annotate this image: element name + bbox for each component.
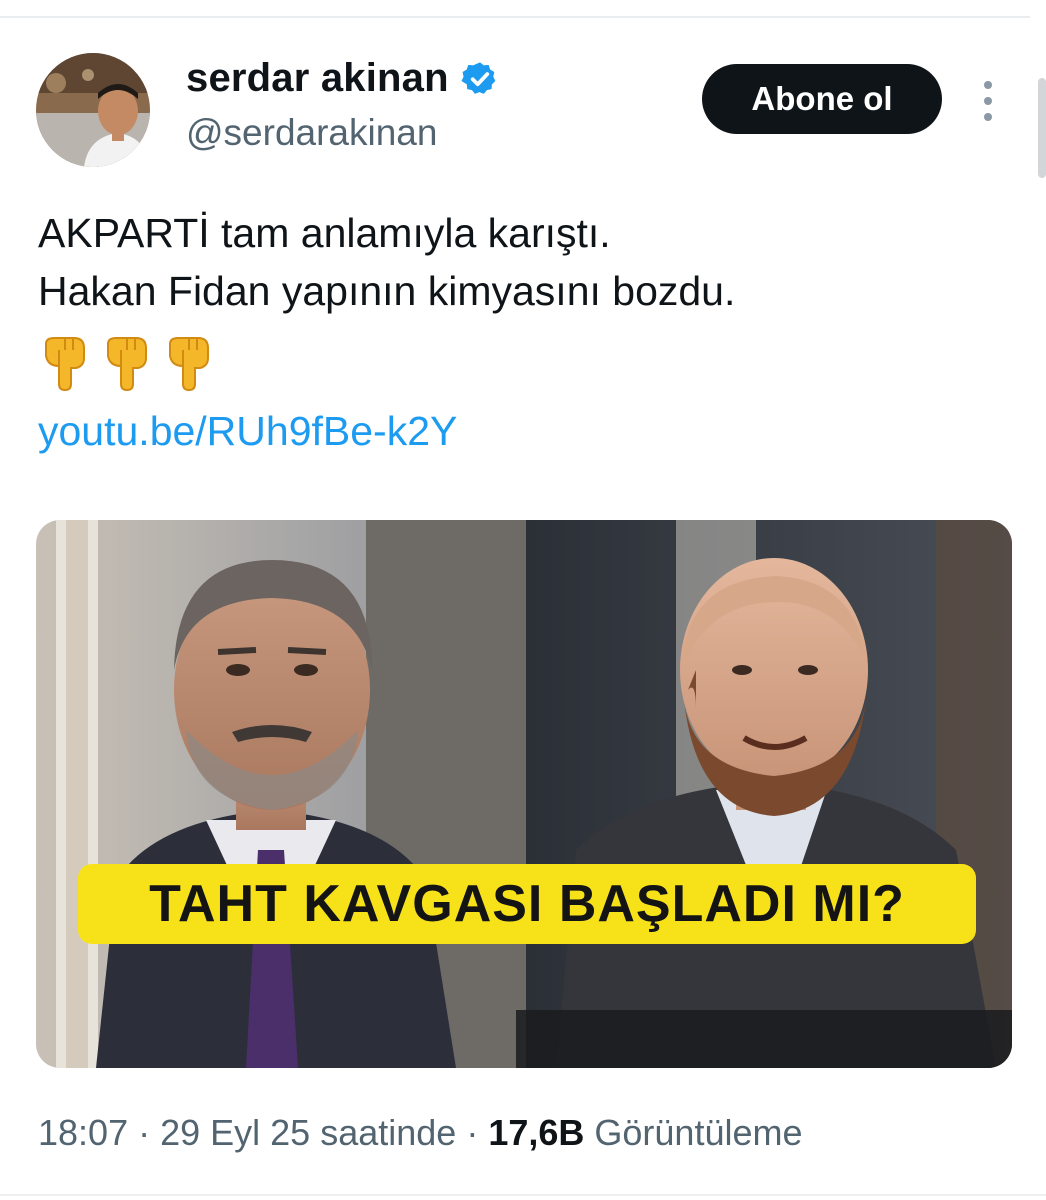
tweet-date[interactable]: 29 Eyl 25 saatinde (160, 1112, 456, 1153)
meta-separator: · (456, 1112, 489, 1153)
display-name-text: serdar akinan (186, 56, 449, 100)
tweet-meta: 18:07 · 29 Eyl 25 saatinde · 17,6B Görün… (38, 1112, 803, 1154)
avatar[interactable] (36, 53, 150, 167)
meta-separator: · (128, 1112, 161, 1153)
more-vertical-icon[interactable] (976, 78, 1000, 124)
handle[interactable]: @serdarakinan (186, 112, 437, 154)
video-thumbnail (36, 520, 1012, 1068)
verified-badge-icon (461, 61, 496, 94)
tweet-link[interactable]: youtu.be/RUh9fBe-k2Y (38, 408, 457, 455)
pointing-down-icon (169, 337, 209, 392)
tweet-time[interactable]: 18:07 (38, 1112, 128, 1153)
follow-button[interactable]: Abone ol (702, 64, 942, 134)
tweet-line-2: Hakan Fidan yapının kimyasını bozdu. (38, 268, 736, 314)
thumbnail-banner-text: TAHT KAVGASI BAŞLADI MI? (78, 864, 976, 944)
display-name[interactable]: serdar akinan (186, 56, 499, 101)
tweet-text: AKPARTİ tam anlamıyla karıştı. Hakan Fid… (38, 204, 735, 320)
pointing-down-icon (107, 337, 147, 392)
divider (0, 16, 1030, 18)
views-label: Görüntüleme (584, 1112, 803, 1153)
tweet-page: serdar akinan @serdarakinan Abone ol AKP… (0, 0, 1046, 1200)
pointing-down-icon (45, 337, 85, 392)
tweet-line-1: AKPARTİ tam anlamıyla karıştı. (38, 210, 611, 256)
scrollbar[interactable] (1038, 78, 1046, 178)
views-count: 17,6B (488, 1112, 585, 1153)
emoji-row (40, 336, 216, 392)
divider (0, 1194, 1046, 1196)
media-card[interactable]: TAHT KAVGASI BAŞLADI MI? (36, 520, 1012, 1068)
